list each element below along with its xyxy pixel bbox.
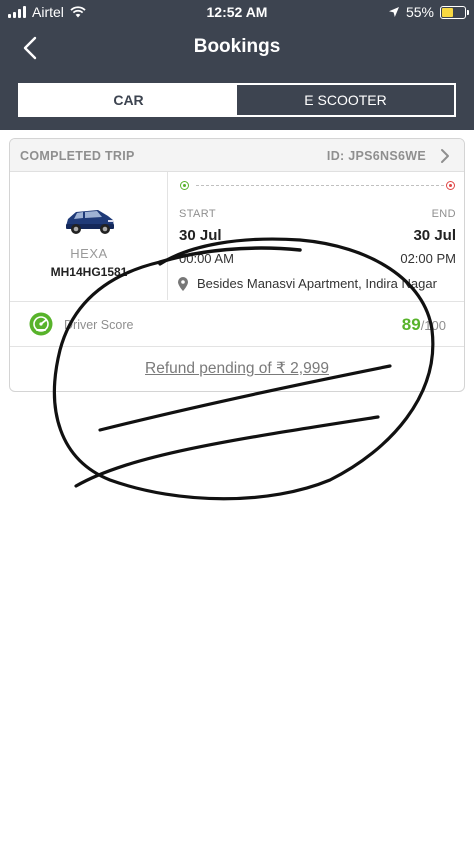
end-time: 02:00 PM [400, 251, 456, 266]
driver-score-max: /100 [420, 318, 446, 333]
end-dot-icon [446, 181, 455, 190]
car-info: HEXA MH14HG1581 [10, 172, 168, 300]
location-arrow-icon [388, 7, 399, 17]
tab-car[interactable]: CAR [20, 85, 237, 115]
status-bar: Airtel 12:52 AM 55% [0, 0, 474, 24]
driver-score-row: Driver Score 89/100 [10, 301, 464, 347]
car-model: HEXA [70, 246, 108, 261]
start-dot-icon [180, 181, 189, 190]
driver-score-icon [29, 312, 53, 336]
booking-id: ID: JPS6NS6WE [326, 149, 426, 163]
chevron-right-icon [441, 149, 449, 163]
start-time: 00:00 AM [179, 251, 234, 266]
booking-card-header[interactable]: COMPLETED TRIP ID: JPS6NS6WE [10, 139, 464, 172]
page-title: Bookings [193, 36, 281, 57]
battery-percent: 55% [405, 4, 434, 20]
location-text: Besides Manasvi Apartment, Indira Nagar [197, 276, 437, 291]
tab-e-scooter[interactable]: E SCOOTER [237, 85, 454, 115]
driver-score-value: 89/100 [402, 315, 446, 335]
driver-score-number: 89 [401, 315, 421, 334]
pickup-location: Besides Manasvi Apartment, Indira Nagar [178, 275, 458, 293]
refund-pending-link[interactable]: Refund pending of ₹ 2,999 [10, 359, 464, 378]
driver-score-label: Driver Score [64, 318, 134, 332]
trip-status: COMPLETED TRIP [20, 149, 135, 163]
battery-fill [442, 7, 453, 17]
trip-details: START END 30 Jul 30 Jul 00:00 AM 02:00 P… [168, 172, 464, 300]
battery-charging-icon [440, 5, 469, 19]
start-label: START [179, 208, 217, 220]
end-date: 30 Jul [413, 227, 456, 244]
booking-card[interactable]: COMPLETED TRIP ID: JPS6NS6WE HEXA MH14HG… [9, 138, 465, 392]
app-header: Airtel 12:52 AM 55% Bookings CAR E SCOOT… [0, 0, 474, 130]
car-plate: MH14HG1581 [50, 265, 128, 279]
end-label: END [431, 208, 456, 220]
vehicle-tabs: CAR E SCOOTER [18, 83, 456, 117]
start-date: 30 Jul [179, 227, 222, 244]
route-dashed-line [196, 185, 444, 186]
map-pin-icon [178, 277, 188, 291]
nav-bar: Bookings [0, 24, 474, 72]
status-right: 55% [388, 4, 469, 20]
car-image [66, 210, 114, 234]
